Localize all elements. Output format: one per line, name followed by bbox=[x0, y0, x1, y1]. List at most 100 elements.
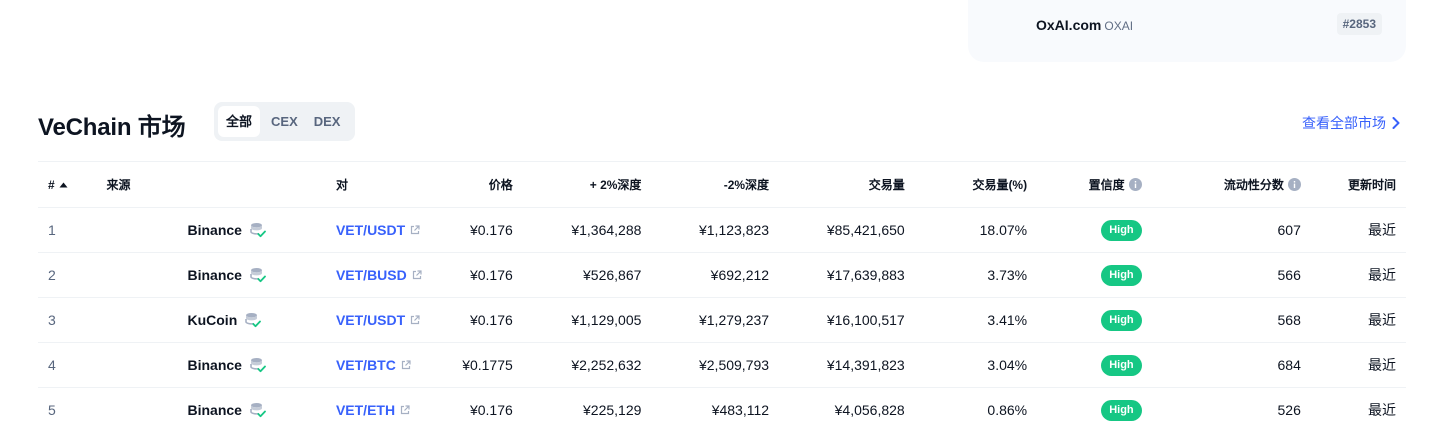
price-cell: ¥0.176 bbox=[421, 387, 513, 430]
info-icon[interactable] bbox=[1128, 178, 1142, 191]
pair-cell[interactable]: VET/ETH bbox=[265, 387, 422, 430]
sort-up-icon bbox=[59, 182, 68, 187]
header-volume-pct[interactable]: 交易量(%) bbox=[904, 161, 1028, 208]
exchange-cell[interactable]: Binance bbox=[89, 252, 266, 298]
verified-exchange-icon bbox=[245, 313, 262, 328]
trending-coin-card[interactable]: OxAI.com OXAI #2853 bbox=[968, 0, 1406, 62]
trending-coin-name[interactable]: OxAI.com OXAI bbox=[1036, 17, 1133, 33]
liquidity-cell: 526 bbox=[1147, 387, 1308, 430]
updated-cell: 最近 bbox=[1307, 342, 1406, 388]
updated-cell: 最近 bbox=[1307, 252, 1406, 298]
table-header-row: # 来源 对 价格 + 2%深度 -2%深度 交易量 交易量(%) 置信度 流动… bbox=[38, 161, 1406, 208]
exchange-name[interactable]: Binance bbox=[187, 402, 241, 418]
external-link-icon bbox=[411, 315, 420, 325]
rank-cell: 3 bbox=[38, 297, 90, 343]
exchange-cell[interactable]: Binance bbox=[89, 387, 266, 430]
pair-cell[interactable]: VET/USDT bbox=[265, 297, 422, 343]
plus-depth-cell: ¥1,129,005 bbox=[512, 297, 642, 343]
table-row[interactable]: 1 Binance VET/USDT ¥0.176 ¥1,364,288 ¥1,… bbox=[38, 207, 1406, 253]
exchange-name[interactable]: Binance bbox=[187, 357, 241, 373]
header-rank[interactable]: # bbox=[38, 161, 90, 208]
volume-pct-cell: 3.73% bbox=[904, 252, 1028, 298]
volume-pct-cell: 3.04% bbox=[904, 342, 1028, 388]
rank-cell: 1 bbox=[38, 207, 90, 253]
liquidity-cell: 607 bbox=[1147, 207, 1308, 253]
header-volume[interactable]: 交易量 bbox=[769, 161, 905, 208]
exchange-name[interactable]: Binance bbox=[187, 222, 241, 238]
pair-link[interactable]: VET/USDT bbox=[336, 312, 420, 328]
updated-cell: 最近 bbox=[1307, 387, 1406, 430]
tab-all[interactable]: 全部 bbox=[218, 106, 261, 137]
volume-cell: ¥4,056,828 bbox=[769, 387, 905, 430]
exchange-cell[interactable]: Binance bbox=[89, 207, 266, 253]
markets-table: # 来源 对 价格 + 2%深度 -2%深度 交易量 交易量(%) 置信度 流动… bbox=[38, 161, 1406, 430]
rank-cell: 4 bbox=[38, 342, 90, 388]
confidence-cell: High bbox=[1027, 207, 1148, 253]
chevron-right-icon bbox=[1392, 117, 1400, 129]
pair-link[interactable]: VET/ETH bbox=[336, 402, 410, 418]
pair-link[interactable]: VET/BTC bbox=[336, 357, 411, 373]
exchange-name[interactable]: Binance bbox=[187, 267, 241, 283]
external-link-icon bbox=[401, 360, 411, 370]
verified-exchange-icon bbox=[250, 268, 266, 283]
confidence-cell: High bbox=[1027, 387, 1148, 430]
confidence-badge: High bbox=[1101, 264, 1142, 286]
exchange-cell[interactable]: KuCoin bbox=[89, 297, 266, 343]
minus-depth-cell: ¥2,509,793 bbox=[641, 342, 770, 388]
view-all-markets-link[interactable]: 查看全部市场 bbox=[1302, 113, 1400, 133]
minus-depth-cell: ¥483,112 bbox=[641, 387, 770, 430]
exchange-cell[interactable]: Binance bbox=[89, 342, 266, 388]
minus-depth-cell: ¥692,212 bbox=[641, 252, 770, 298]
exchange-name[interactable]: KuCoin bbox=[187, 312, 237, 328]
verified-exchange-icon bbox=[250, 223, 266, 238]
pair-link[interactable]: VET/USDT bbox=[336, 222, 420, 238]
pair-cell[interactable]: VET/USDT bbox=[265, 207, 422, 253]
price-cell: ¥0.176 bbox=[421, 207, 513, 253]
pair-link[interactable]: VET/BUSD bbox=[336, 267, 422, 283]
header-minus-depth[interactable]: -2%深度 bbox=[641, 161, 770, 208]
liquidity-cell: 566 bbox=[1147, 252, 1308, 298]
plus-depth-cell: ¥1,364,288 bbox=[512, 207, 642, 253]
view-all-label: 查看全部市场 bbox=[1302, 115, 1386, 131]
confidence-cell: High bbox=[1027, 342, 1148, 388]
rank-cell: 2 bbox=[38, 252, 90, 298]
table-row[interactable]: 3 KuCoin VET/USDT ¥0.176 ¥1,129,005 ¥1,2… bbox=[38, 297, 1406, 343]
volume-cell: ¥17,639,883 bbox=[769, 252, 905, 298]
external-link-icon bbox=[411, 225, 420, 235]
confidence-cell: High bbox=[1027, 252, 1148, 298]
header-plus-depth[interactable]: + 2%深度 bbox=[512, 161, 642, 208]
table-row[interactable]: 2 Binance VET/BUSD ¥0.176 ¥526,867 ¥692,… bbox=[38, 252, 1406, 298]
confidence-badge: High bbox=[1101, 309, 1142, 331]
header-confidence[interactable]: 置信度 bbox=[1027, 161, 1148, 208]
minus-depth-cell: ¥1,123,823 bbox=[641, 207, 770, 253]
header-pair[interactable]: 对 bbox=[265, 161, 422, 208]
section-title: VeChain 市场 bbox=[38, 114, 186, 141]
header-price[interactable]: 价格 bbox=[421, 161, 513, 208]
confidence-badge: High bbox=[1101, 354, 1142, 376]
market-type-tabs: 全部 CEX DEX bbox=[214, 102, 355, 141]
minus-depth-cell: ¥1,279,237 bbox=[641, 297, 770, 343]
price-cell: ¥0.176 bbox=[421, 297, 513, 343]
price-cell: ¥0.1775 bbox=[421, 342, 513, 388]
pair-cell[interactable]: VET/BUSD bbox=[265, 252, 422, 298]
table-row[interactable]: 5 Binance VET/ETH ¥0.176 ¥225,129 ¥483,1… bbox=[38, 387, 1406, 430]
verified-exchange-icon bbox=[250, 403, 266, 418]
plus-depth-cell: ¥526,867 bbox=[512, 252, 642, 298]
header-updated[interactable]: 更新时间 bbox=[1307, 161, 1406, 208]
external-link-icon bbox=[412, 270, 422, 280]
pair-cell[interactable]: VET/BTC bbox=[265, 342, 422, 388]
updated-cell: 最近 bbox=[1307, 297, 1406, 343]
info-icon[interactable] bbox=[1287, 178, 1301, 191]
table-row[interactable]: 4 Binance VET/BTC ¥0.1775 ¥2,252,632 ¥2,… bbox=[38, 342, 1406, 388]
rank-badge: #2853 bbox=[1336, 13, 1382, 35]
confidence-cell: High bbox=[1027, 297, 1148, 343]
header-liquidity[interactable]: 流动性分数 bbox=[1147, 161, 1308, 208]
header-exchange[interactable]: 来源 bbox=[89, 161, 266, 208]
plus-depth-cell: ¥225,129 bbox=[512, 387, 642, 430]
verified-exchange-icon bbox=[250, 358, 266, 373]
confidence-badge: High bbox=[1101, 219, 1142, 241]
tab-cex[interactable]: CEX bbox=[263, 106, 306, 137]
volume-pct-cell: 18.07% bbox=[904, 207, 1028, 253]
tab-dex[interactable]: DEX bbox=[306, 106, 349, 137]
volume-pct-cell: 3.41% bbox=[904, 297, 1028, 343]
